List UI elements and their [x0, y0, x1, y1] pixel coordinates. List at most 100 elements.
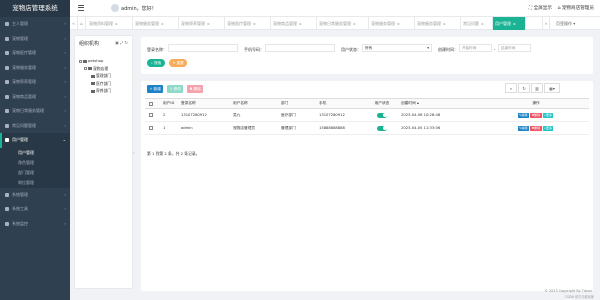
- menu-toggle-icon[interactable]: [78, 5, 84, 11]
- row-more-button[interactable]: »更多: [542, 125, 554, 131]
- collapse-icon[interactable]: ▣: [115, 40, 119, 45]
- tabs-scroll-left-icon[interactable]: «: [70, 17, 78, 30]
- cell-id: 2: [159, 108, 177, 122]
- org-panel-title: 组织机构: [79, 41, 100, 47]
- select-all-checkbox[interactable]: [149, 101, 153, 106]
- org-tree-panel: 组织机构 ▣ ⤢ ↻ petshop 宠物店理 管理部门 医疗部门 寄养部门: [74, 35, 133, 289]
- row-checkbox[interactable]: [149, 113, 153, 117]
- sidebar-item-medical[interactable]: 宠物医疗管理 ›: [0, 46, 70, 61]
- sidebar-item-label: 系统工具: [12, 206, 28, 211]
- tree-node-boarding-dept[interactable]: 寄养部门: [79, 87, 111, 95]
- sidebar-item-users[interactable]: 用户管理 ⌄: [0, 133, 70, 148]
- row-checkbox[interactable]: [149, 126, 153, 130]
- sort-icon: ▴: [416, 101, 419, 105]
- brand-link[interactable]: ⌂ 宠物商店管理员: [557, 5, 594, 11]
- tree-node-store[interactable]: 宠物店理: [79, 65, 111, 73]
- sidebar-item-owners[interactable]: 主人管理 ›: [0, 17, 70, 32]
- cell-phone: 13107280912: [315, 108, 367, 122]
- fullscreen-button[interactable]: ⛶ 全屏显示: [529, 5, 552, 11]
- start-date-input[interactable]: 开始时间: [459, 44, 492, 52]
- export-dropdown-icon[interactable]: ▦▾: [544, 83, 560, 93]
- sidebar-item-label: 宠物医疗管理: [12, 50, 36, 55]
- tab-ops-dropdown[interactable]: 页签操作 ▾: [556, 17, 575, 30]
- refresh-icon[interactable]: ↻: [125, 40, 128, 45]
- box-icon: [5, 94, 9, 99]
- row-delete-button[interactable]: ✖删除: [530, 112, 542, 118]
- status-select[interactable]: 所有 ▾: [362, 44, 432, 52]
- chevron-right-icon: ›: [64, 50, 66, 55]
- medical-icon: [5, 51, 9, 55]
- tab-pet-daily[interactable]: 宠物日常服务管理 ⊗: [317, 17, 369, 30]
- service-icon: [5, 65, 9, 70]
- table-row[interactable]: 1 admin 宠物店管理员 管理部门 15888888888 2023-04-…: [145, 121, 589, 135]
- col-header-phone: 手机: [315, 98, 367, 109]
- row-more-button[interactable]: »更多: [542, 112, 554, 118]
- user-greeting[interactable]: admin，您好！: [121, 5, 157, 12]
- add-button[interactable]: + 新增: [147, 85, 164, 93]
- sidebar-item-system[interactable]: 系统管理 ›: [0, 188, 70, 203]
- tab-pet-boarding[interactable]: 宠物寄养管理 ⊗: [179, 17, 225, 30]
- tabs-scroll-right-icon[interactable]: »: [542, 17, 550, 30]
- delete-button[interactable]: ✖ 删除: [187, 85, 204, 93]
- row-edit-button[interactable]: ✎编辑: [517, 125, 530, 131]
- submenu-item-depts[interactable]: 部门管理: [0, 168, 70, 178]
- login-name-input[interactable]: [168, 44, 238, 52]
- phone-input[interactable]: [265, 44, 335, 52]
- sidebar-item-services[interactable]: 宠物服务管理 ›: [0, 61, 70, 76]
- expand-icon[interactable]: ⤢: [120, 40, 123, 45]
- tab-pet-products[interactable]: 宠物商品管理 ⊗: [271, 17, 317, 30]
- row-delete-button[interactable]: ✖删除: [530, 125, 542, 131]
- question-icon: [5, 123, 9, 128]
- tab-users[interactable]: 用户管理 ⊗: [493, 17, 526, 30]
- pagination-info: 第 1 到第 2 条，共 2 条记录。: [147, 151, 200, 156]
- col-header-id[interactable]: 用户ID: [159, 98, 177, 109]
- home-icon: [5, 80, 9, 84]
- status-toggle[interactable]: [377, 125, 387, 131]
- user-icon: [5, 22, 9, 26]
- sidebar-item-label: 用户管理: [12, 137, 28, 142]
- table-row[interactable]: 2 13107280912 吴九 医疗部门 13107280912 2023-0…: [145, 108, 589, 122]
- close-icon: ⊗: [353, 22, 356, 26]
- panel-collapse-icon[interactable]: ‹: [133, 150, 137, 155]
- refresh-icon[interactable]: ↻: [518, 83, 530, 93]
- sidebar-item-faq[interactable]: 常见问题管理 ›: [0, 119, 70, 134]
- tab-pet-profile[interactable]: 宠物资料管理 ⊗: [87, 17, 133, 30]
- tree-node-admin-dept[interactable]: 管理部门: [79, 72, 111, 80]
- cell-created: 2023-04-05 11:33:06: [397, 121, 483, 135]
- sidebar-item-monitor[interactable]: 系统监控 ›: [0, 217, 70, 232]
- tab-pet-service[interactable]: 宠物服务管理 ⊗: [133, 17, 179, 30]
- search-button[interactable]: ⌕ 搜索: [147, 59, 165, 67]
- watermark: CSDN @平凡老玩家: [564, 295, 594, 299]
- row-edit-button[interactable]: ✎编辑: [517, 112, 530, 118]
- tab-pet-service-3[interactable]: 宠物服务管理 ⊗: [415, 17, 461, 30]
- tree-node-medical-dept[interactable]: 医疗部门: [79, 80, 111, 88]
- tree-node-root[interactable]: petshop: [79, 57, 111, 65]
- sidebar-item-daily[interactable]: 宠物日常服务管理 ›: [0, 104, 70, 119]
- sidebar-item-products[interactable]: 宠物商品管理 ›: [0, 90, 70, 105]
- submenu-item-posts[interactable]: 岗位管理: [0, 178, 70, 188]
- sidebar-item-boarding[interactable]: 宠物寄养管理 ›: [0, 75, 70, 90]
- sidebar-item-pets[interactable]: 宠物管理 ›: [0, 32, 70, 47]
- col-header-actions: 操作: [483, 98, 589, 109]
- col-header-login[interactable]: 登录名称: [177, 98, 229, 109]
- home-tab-icon[interactable]: ⌂: [78, 17, 86, 30]
- tab-faq[interactable]: 常见问题 ⊗: [461, 17, 493, 30]
- status-toggle[interactable]: [377, 112, 387, 118]
- search-toggle-icon[interactable]: ⌕: [505, 83, 517, 93]
- cell-name: 宠物店管理员: [229, 121, 277, 135]
- reset-button[interactable]: ↻ 重置: [169, 59, 187, 67]
- sidebar-item-label: 宠物服务管理: [12, 64, 36, 70]
- tab-pet-service-2[interactable]: 宠物服务管理 ⊗: [369, 17, 415, 30]
- submenu-item-users[interactable]: 用户管理: [0, 148, 70, 158]
- submenu-item-roles[interactable]: 角色管理: [0, 158, 70, 168]
- sidebar-item-label: 宠物商品管理: [12, 93, 36, 99]
- tab-pet-medical[interactable]: 宠物医疗管理 ⊗: [225, 17, 271, 30]
- columns-icon[interactable]: ▥: [531, 83, 543, 93]
- col-header-created[interactable]: 创建时间 ▴: [397, 98, 483, 109]
- cell-id: 1: [159, 121, 177, 135]
- end-date-input[interactable]: 结束时间: [498, 44, 531, 52]
- avatar[interactable]: [111, 4, 119, 12]
- edit-button[interactable]: ✎ 修改: [167, 85, 184, 93]
- sidebar-item-tools[interactable]: 系统工具 ›: [0, 202, 70, 217]
- date-separator: -: [494, 47, 496, 52]
